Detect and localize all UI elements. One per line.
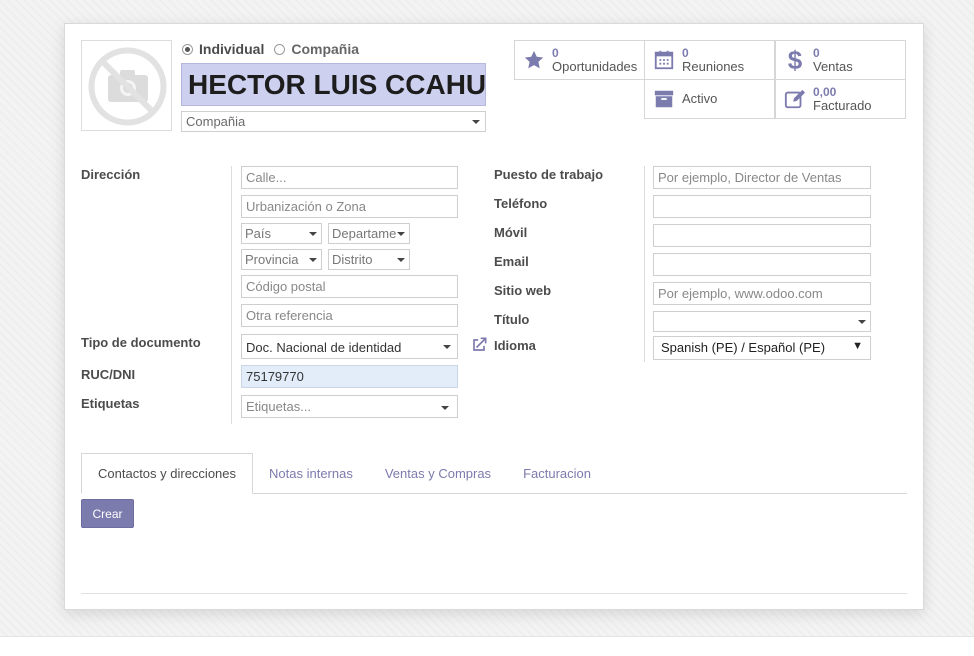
notebook-tabs: Contactos y direcciones Notas internas V…: [81, 453, 907, 494]
divider: [81, 593, 907, 594]
tab-contacts[interactable]: Contactos y direcciones: [81, 453, 254, 494]
calendar-icon: [651, 47, 677, 73]
address-label: Dirección: [81, 167, 141, 182]
doc-type-label: Tipo de documento: [81, 335, 201, 350]
company-select[interactable]: Compañia: [181, 111, 486, 132]
mobile-label: Móvil: [494, 225, 528, 240]
email-input[interactable]: [653, 253, 871, 276]
invoiced-amount: 0,00: [813, 85, 837, 99]
zip-input[interactable]: Código postal: [241, 275, 458, 298]
doc-type-select[interactable]: Doc. Nacional de identidad: [241, 334, 458, 359]
email-label: Email: [494, 254, 529, 269]
language-value: Spanish (PE) / Español (PE): [661, 340, 826, 355]
title-select[interactable]: [653, 311, 871, 332]
tags-input[interactable]: Etiquetas...: [241, 395, 458, 418]
radio-individual-label: Individual: [199, 41, 265, 57]
tags-label: Etiquetas: [81, 396, 140, 411]
sales-text: 0 Ventas: [813, 46, 853, 74]
opportunities-count: 0: [552, 46, 559, 60]
page-footer-band: [0, 636, 974, 656]
tab-invoicing[interactable]: Facturacion: [507, 453, 607, 493]
tab-sales-purchases[interactable]: Ventas y Compras: [369, 453, 507, 493]
partner-type-radio: Individual Compañia: [182, 41, 369, 57]
invoiced-label: Facturado: [813, 98, 872, 113]
reference-input[interactable]: Otra referencia: [241, 304, 458, 327]
star-icon: [521, 47, 547, 73]
avatar[interactable]: [81, 40, 172, 131]
job-input[interactable]: Por ejemplo, Director de Ventas: [653, 166, 871, 189]
invoiced-button[interactable]: 0,00 Facturado: [775, 79, 906, 119]
state-placeholder: Departame: [332, 226, 397, 241]
archive-icon: [651, 86, 677, 112]
phone-input[interactable]: [653, 195, 871, 218]
active-toggle-button[interactable]: Activo: [644, 79, 775, 119]
vat-input[interactable]: 75179770: [241, 365, 458, 388]
no-photo-icon: [88, 47, 167, 126]
language-label: Idioma: [494, 338, 536, 353]
meetings-button[interactable]: 0 Reuniones: [644, 40, 775, 80]
title-label: Título: [494, 312, 530, 327]
active-label: Activo: [682, 91, 718, 106]
radio-company[interactable]: Compañia: [274, 41, 359, 57]
smart-buttons: 0 Oportunidades 0 Reuniones $ 0 Ventas A…: [514, 40, 908, 120]
external-link-icon[interactable]: [469, 335, 489, 358]
website-label: Sitio web: [494, 283, 552, 298]
doc-type-value: Doc. Nacional de identidad: [246, 340, 402, 355]
chevron-down-icon: [309, 232, 317, 236]
chevron-down-icon: [858, 320, 866, 324]
job-label: Puesto de trabajo: [494, 167, 604, 182]
sales-label: Ventas: [813, 59, 853, 74]
chevron-down-icon: [397, 232, 405, 236]
radio-individual[interactable]: Individual: [182, 41, 264, 57]
meetings-count: 0: [682, 46, 689, 60]
province-placeholder: Provincia: [245, 252, 299, 267]
country-select[interactable]: País: [241, 223, 322, 244]
phone-label: Teléfono: [494, 196, 548, 211]
province-select[interactable]: Provincia: [241, 249, 322, 270]
street2-input[interactable]: Urbanización o Zona: [241, 195, 458, 218]
district-placeholder: Distrito: [332, 252, 373, 267]
meetings-label: Reuniones: [682, 59, 745, 74]
country-placeholder: País: [245, 226, 272, 241]
chevron-down-icon: [443, 345, 451, 349]
street-input[interactable]: Calle...: [241, 166, 458, 189]
opportunities-button[interactable]: 0 Oportunidades: [514, 40, 645, 80]
company-select-placeholder: Compañia: [186, 114, 246, 129]
chevron-down-icon: [472, 120, 480, 124]
meetings-text: 0 Reuniones: [682, 46, 744, 74]
state-select[interactable]: Departame: [328, 223, 410, 244]
opportunities-label: Oportunidades: [552, 59, 638, 74]
sales-button[interactable]: $ 0 Ventas: [775, 40, 906, 80]
chevron-down-icon: [397, 258, 405, 262]
triangle-down-icon: ▼: [852, 340, 863, 352]
right-column-divider: [644, 166, 645, 362]
mobile-input[interactable]: [653, 224, 871, 247]
invoiced-text: 0,00 Facturado: [813, 85, 872, 113]
language-select[interactable]: Spanish (PE) / Español (PE) ▼: [653, 336, 871, 360]
chevron-down-icon: [441, 406, 449, 410]
dollar-icon: $: [787, 44, 803, 75]
radio-individual-circle[interactable]: [182, 43, 193, 55]
name-input[interactable]: HECTOR LUIS CCAHUA: [181, 63, 486, 106]
vat-label: RUC/DNI: [81, 367, 136, 382]
chevron-down-icon: [309, 258, 317, 262]
website-input[interactable]: Por ejemplo, www.odoo.com: [653, 282, 871, 305]
left-column-divider: [231, 166, 232, 424]
tab-internal-notes[interactable]: Notas internas: [253, 453, 369, 493]
radio-company-circle[interactable]: [274, 43, 286, 55]
radio-company-label: Compañia: [291, 41, 360, 57]
create-button[interactable]: Crear: [81, 499, 134, 528]
opportunities-text: 0 Oportunidades: [552, 46, 637, 74]
form-sheet: Individual Compañia HECTOR LUIS CCAHUA C…: [64, 23, 924, 610]
district-select[interactable]: Distrito: [328, 249, 410, 270]
sales-count: 0: [813, 46, 820, 60]
tags-placeholder: Etiquetas...: [246, 399, 312, 414]
edit-icon: [782, 86, 808, 112]
